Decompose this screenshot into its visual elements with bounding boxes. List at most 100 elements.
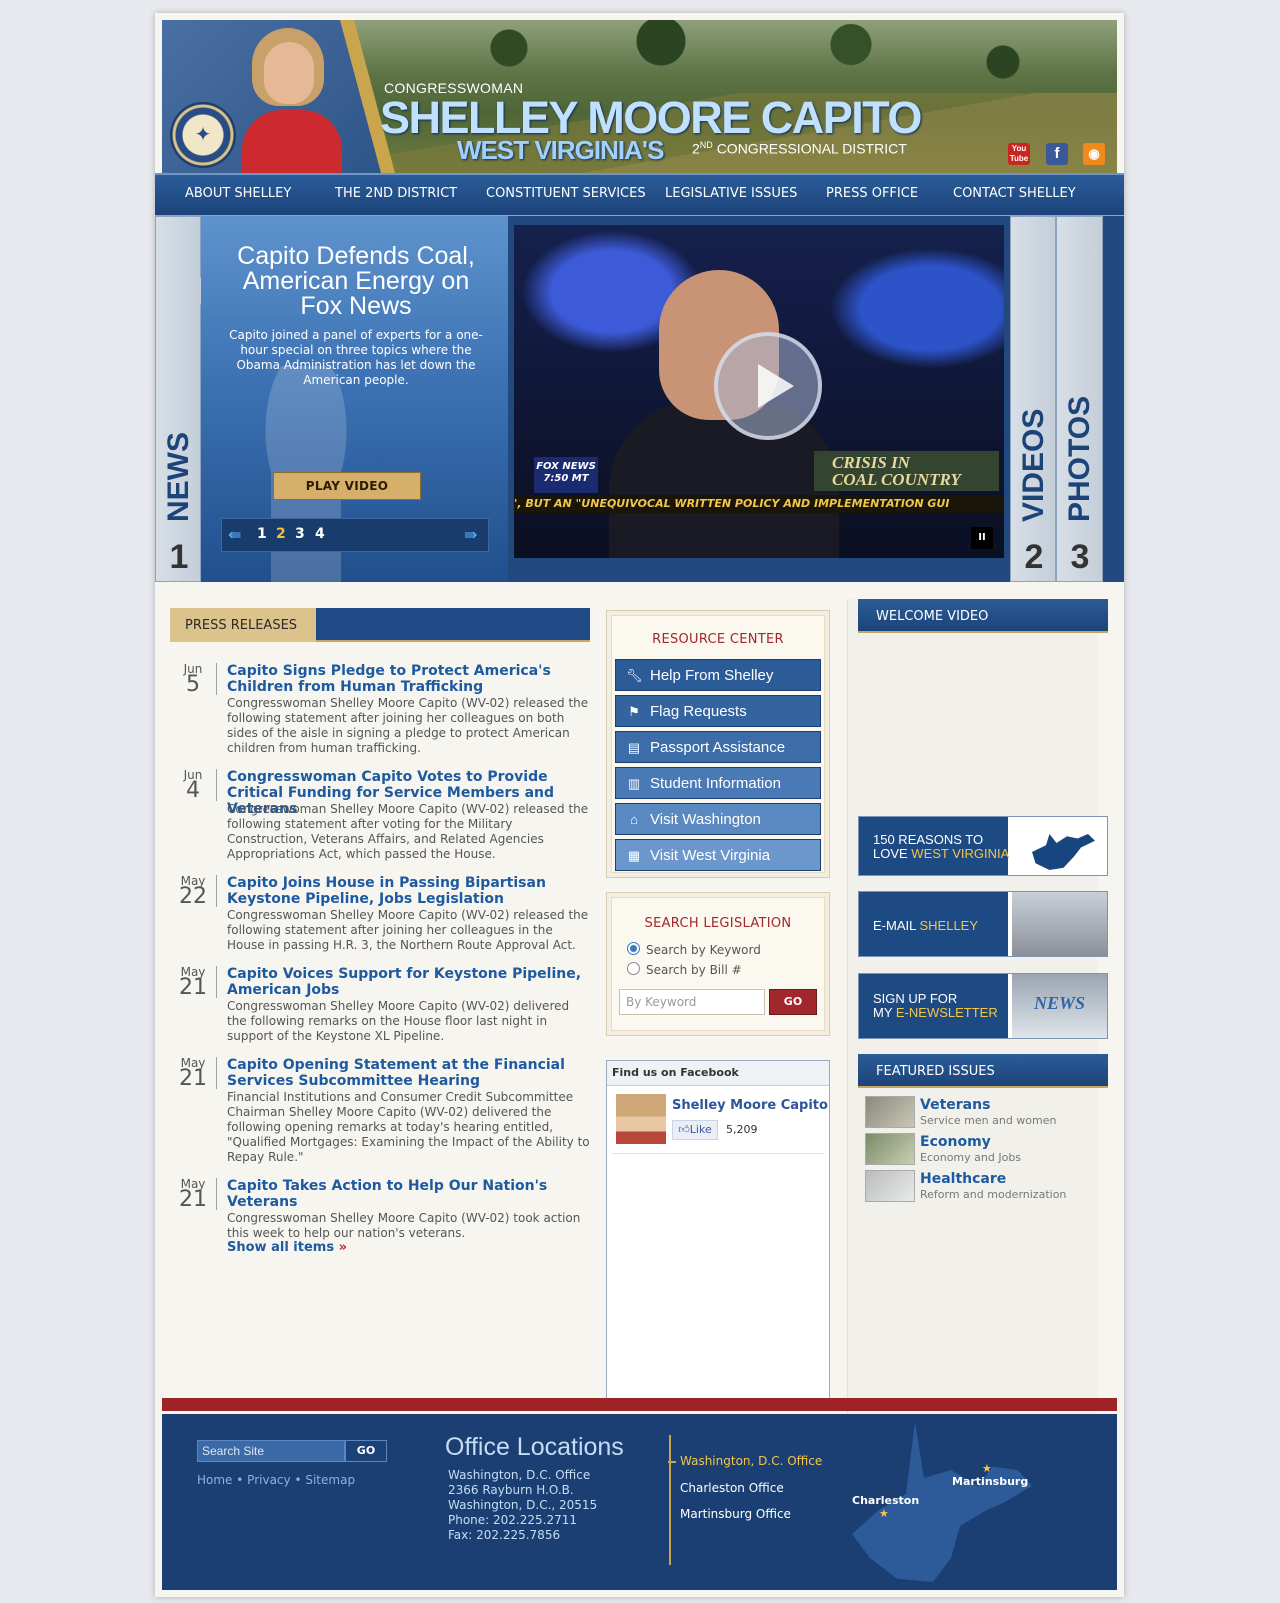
veterans-thumbnail <box>865 1096 915 1128</box>
next-arrow-icon[interactable]: ⇛ <box>464 525 477 544</box>
page-4[interactable]: 4 <box>315 526 325 542</box>
newspaper-image: NEWS <box>1012 974 1107 1038</box>
featured-issues-heading: FEATURED ISSUES <box>858 1054 1108 1088</box>
email-shelley-promo[interactable]: E-MAIL SHELLEY <box>858 891 1108 957</box>
site-search-go-button[interactable]: GO <box>345 1440 387 1462</box>
office-link-washington[interactable]: Washington, D.C. Office <box>667 1454 822 1468</box>
site-search-input[interactable]: Search Site <box>197 1440 345 1462</box>
hero-carousel: NEWS 1 Capito Defends Coal, American Ene… <box>155 215 1124 582</box>
help-from-shelley-button[interactable]: 🔧︎ Help From Shelley <box>615 659 821 691</box>
item-date: Jun 4 <box>170 769 217 802</box>
item-title-link[interactable]: Capito Takes Action to Help Our Nation's… <box>227 1178 590 1210</box>
welcome-video-heading: WELCOME VIDEO <box>858 599 1108 633</box>
facebook-like-button[interactable]: 👍︎Like <box>672 1120 718 1140</box>
page-2[interactable]: 2 <box>276 526 286 542</box>
header-state: WEST VIRGINIA'S <box>457 135 664 165</box>
footer-divider <box>162 1398 1117 1411</box>
map-icon: ▦ <box>627 848 641 863</box>
play-overlay-icon[interactable] <box>714 332 822 440</box>
keyboard-image <box>1012 892 1107 956</box>
legislation-go-button[interactable]: GO <box>769 989 817 1015</box>
page: ✦ CONGRESSWOMAN SHELLEY MOORE CAPITO WES… <box>155 13 1124 1597</box>
carousel-pager: ⇚ 1 2 3 4 ⇛ <box>221 518 489 552</box>
flag-requests-button[interactable]: ⚑ Flag Requests <box>615 695 821 727</box>
radio-search-bill[interactable]: Search by Bill # <box>627 962 742 977</box>
footer-links: Home • Privacy • Sitemap <box>197 1473 356 1487</box>
featured-issue-healthcare[interactable]: Healthcare Reform and modernization <box>865 1170 1105 1202</box>
wrench-icon: 🔧︎ <box>626 668 643 683</box>
search-legislation: SEARCH LEGISLATION Search by Keyword Sea… <box>606 892 830 1036</box>
hero-description: Capito joined a panel of experts for a o… <box>229 328 483 387</box>
featured-issue-economy[interactable]: Economy Economy and Jobs <box>865 1133 1105 1165</box>
footer-link-privacy[interactable]: Privacy <box>247 1473 290 1487</box>
thumbs-up-icon: 👍︎ <box>678 1123 690 1136</box>
capitol-icon: ⌂ <box>630 812 638 827</box>
star-icon: ★ <box>982 1462 992 1475</box>
resource-center: RESOURCE CENTER 🔧︎ Help From Shelley ⚑ Fla… <box>606 610 830 878</box>
nav-2nd-district[interactable]: THE 2ND DISTRICT <box>335 186 457 201</box>
featured-issue-veterans[interactable]: Veterans Service men and women <box>865 1096 1105 1128</box>
nav-press-office[interactable]: PRESS OFFICE <box>826 186 918 201</box>
video-player[interactable]: FOX NEWS 7:50 MT CRISIS IN COAL COUNTRY ',… <box>514 225 1004 558</box>
radio-search-keyword[interactable]: Search by Keyword <box>627 942 761 957</box>
play-video-button[interactable]: PLAY VIDEO <box>273 472 421 500</box>
facebook-profile-photo[interactable] <box>616 1094 666 1144</box>
video-ticker: ', BUT AN "UNEQUIVOCAL WRITTEN POLICY AN… <box>514 495 1004 513</box>
150-reasons-promo[interactable]: 150 REASONS TO LOVE WEST VIRGINIA <box>858 816 1108 876</box>
show-all-link[interactable]: Show all items » <box>227 1240 347 1255</box>
item-title-link[interactable]: Capito Signs Pledge to Protect America's… <box>227 663 590 695</box>
map-label-charleston[interactable]: Charleston <box>852 1494 919 1507</box>
tab-news[interactable]: NEWS 1 <box>155 216 212 582</box>
item-date: Jun 5 <box>170 663 217 696</box>
prev-arrow-icon[interactable]: ⇚ <box>228 525 241 544</box>
main-nav: ABOUT SHELLEY THE 2ND DISTRICT CONSTITUE… <box>155 173 1124 215</box>
item-title-link[interactable]: Capito Joins House in Passing Bipartisan… <box>227 875 590 907</box>
radio-selected-icon <box>627 942 640 955</box>
hero-feature: Capito Defends Coal, American Energy on … <box>201 216 508 582</box>
keyword-search-input[interactable]: By Keyword <box>619 989 765 1015</box>
visit-washington-button[interactable]: ⌂ Visit Washington <box>615 803 821 835</box>
item-title-link[interactable]: Capito Voices Support for Keystone Pipel… <box>227 966 590 998</box>
item-date: May 21 <box>170 966 217 999</box>
office-link-charleston[interactable]: Charleston Office <box>680 1481 784 1495</box>
student-information-button[interactable]: ▥ Student Information <box>615 767 821 799</box>
passport-icon: ▤ <box>627 740 641 755</box>
fox-news-logo: FOX NEWS 7:50 MT <box>534 457 598 493</box>
nav-about-shelley[interactable]: ABOUT SHELLEY <box>185 186 291 201</box>
radio-icon <box>627 962 640 975</box>
tab-photos[interactable]: PHOTOS 3 <box>1056 216 1103 582</box>
west-virginia-office-map: Charleston ★ Martinsburg ★ <box>852 1422 1032 1582</box>
press-releases-tab[interactable]: PRESS RELEASES <box>170 608 316 642</box>
office-link-martinsburg[interactable]: Martinsburg Office <box>680 1507 791 1521</box>
facebook-widget: Find us on Facebook Shelley Moore Capito… <box>606 1060 830 1399</box>
congresswoman-portrait <box>232 20 342 173</box>
page-1[interactable]: 1 <box>257 526 267 542</box>
nav-contact-shelley[interactable]: CONTACT SHELLEY <box>953 186 1076 201</box>
item-summary: Congresswoman Shelley Moore Capito (WV-0… <box>227 1211 581 1240</box>
map-label-martinsburg[interactable]: Martinsburg <box>952 1475 1028 1488</box>
item-summary: Congresswoman Shelley Moore Capito (WV-0… <box>227 696 589 755</box>
facebook-widget-header: Find us on Facebook <box>607 1061 829 1086</box>
rss-icon[interactable]: ◉ <box>1083 143 1105 165</box>
facebook-icon[interactable]: f <box>1046 143 1068 165</box>
hero-title: Capito Defends Coal, American Energy on … <box>237 242 475 320</box>
passport-assistance-button[interactable]: ▤ Passport Assistance <box>615 731 821 763</box>
youtube-icon[interactable]: You Tube <box>1008 143 1030 165</box>
item-title-link[interactable]: Capito Opening Statement at the Financia… <box>227 1057 590 1089</box>
pause-button[interactable]: II <box>971 527 993 549</box>
footer-link-home[interactable]: Home <box>197 1473 232 1487</box>
nav-constituent-services[interactable]: CONSTITUENT SERVICES <box>486 186 646 201</box>
e-newsletter-promo[interactable]: SIGN UP FOR MY E-NEWSLETTER NEWS <box>858 973 1108 1039</box>
welcome-video-area[interactable] <box>858 635 1108 813</box>
healthcare-thumbnail <box>865 1170 915 1202</box>
search-legislation-heading: SEARCH LEGISLATION <box>644 916 792 931</box>
page-3[interactable]: 3 <box>295 526 305 542</box>
house-seal-icon: ✦ <box>170 102 236 168</box>
footer-link-sitemap[interactable]: Sitemap <box>305 1473 355 1487</box>
flag-icon: ⚑ <box>628 704 640 719</box>
nav-legislative-issues[interactable]: LEGISLATIVE ISSUES <box>665 186 797 201</box>
item-date: May 21 <box>170 1178 217 1211</box>
visit-west-virginia-button[interactable]: ▦ Visit West Virginia <box>615 839 821 871</box>
tab-videos[interactable]: VIDEOS 2 <box>1010 216 1056 582</box>
facebook-page-link[interactable]: Shelley Moore Capito <box>672 1098 828 1113</box>
